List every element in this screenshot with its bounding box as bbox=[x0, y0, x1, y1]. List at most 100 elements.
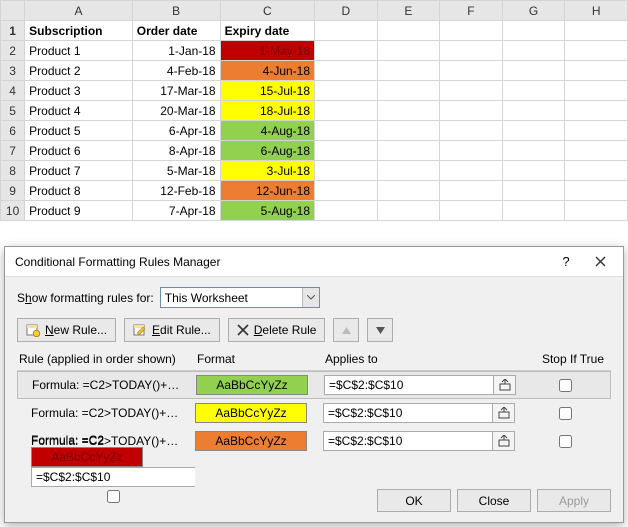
cell[interactable]: 17-Mar-18 bbox=[132, 81, 220, 101]
cell[interactable] bbox=[315, 121, 378, 141]
table-row[interactable]: 8Product 75-Mar-183-Jul-18 bbox=[1, 161, 628, 181]
cell[interactable] bbox=[377, 101, 440, 121]
cell[interactable] bbox=[315, 181, 378, 201]
cell[interactable] bbox=[502, 101, 565, 121]
spreadsheet-grid[interactable]: A B C D E F G H 1SubscriptionOrder dateE… bbox=[0, 0, 628, 221]
cell[interactable] bbox=[315, 161, 378, 181]
cell[interactable] bbox=[440, 81, 503, 101]
table-row[interactable]: 4Product 317-Mar-1815-Jul-18 bbox=[1, 81, 628, 101]
chevron-down-icon[interactable] bbox=[302, 288, 319, 307]
applies-to-field[interactable] bbox=[323, 431, 519, 451]
cell[interactable]: 7-Apr-18 bbox=[132, 201, 220, 221]
close-button[interactable]: Close bbox=[457, 489, 531, 512]
cell[interactable]: 18-Jul-18 bbox=[220, 101, 314, 121]
stop-if-true[interactable] bbox=[519, 404, 611, 423]
cell[interactable]: 5-Aug-18 bbox=[220, 201, 314, 221]
cell[interactable] bbox=[377, 61, 440, 81]
cell[interactable] bbox=[377, 161, 440, 181]
cell[interactable] bbox=[440, 61, 503, 81]
row-header[interactable]: 7 bbox=[1, 141, 25, 161]
scope-input[interactable] bbox=[160, 287, 320, 308]
table-row[interactable]: 10Product 97-Apr-185-Aug-18 bbox=[1, 201, 628, 221]
cell[interactable] bbox=[502, 201, 565, 221]
cell[interactable] bbox=[502, 21, 565, 41]
cell[interactable]: Product 3 bbox=[25, 81, 133, 101]
cell[interactable] bbox=[565, 141, 628, 161]
col-header[interactable]: E bbox=[377, 1, 440, 21]
stop-checkbox[interactable] bbox=[559, 407, 572, 420]
cell[interactable] bbox=[315, 201, 378, 221]
cell[interactable] bbox=[502, 81, 565, 101]
range-selector-icon[interactable] bbox=[493, 431, 515, 451]
cell[interactable] bbox=[315, 81, 378, 101]
stop-checkbox[interactable] bbox=[559, 379, 572, 392]
cell[interactable]: 8-Apr-18 bbox=[132, 141, 220, 161]
col-header[interactable]: B bbox=[132, 1, 220, 21]
range-selector-icon[interactable] bbox=[493, 403, 515, 423]
cell[interactable] bbox=[565, 201, 628, 221]
row-header[interactable]: 3 bbox=[1, 61, 25, 81]
col-header[interactable]: H bbox=[565, 1, 628, 21]
applies-to-field[interactable] bbox=[31, 467, 195, 487]
cell[interactable] bbox=[377, 121, 440, 141]
stop-checkbox[interactable] bbox=[107, 490, 120, 503]
move-down-button[interactable] bbox=[367, 318, 393, 342]
rule-row[interactable]: Formula: =C2>TODAY()+…AaBbCcYyZz bbox=[17, 399, 611, 427]
cell[interactable] bbox=[502, 181, 565, 201]
row-header[interactable]: 8 bbox=[1, 161, 25, 181]
cell[interactable] bbox=[377, 81, 440, 101]
help-button[interactable]: ? bbox=[549, 249, 583, 275]
applies-to-field[interactable] bbox=[324, 375, 520, 395]
table-row[interactable]: 6Product 56-Apr-184-Aug-18 bbox=[1, 121, 628, 141]
row-header[interactable]: 6 bbox=[1, 121, 25, 141]
applies-to-field[interactable] bbox=[323, 403, 519, 423]
cell[interactable] bbox=[315, 141, 378, 161]
col-header[interactable]: G bbox=[502, 1, 565, 21]
cell[interactable]: Product 7 bbox=[25, 161, 133, 181]
apply-button[interactable]: Apply bbox=[537, 489, 611, 512]
table-row[interactable]: 2Product 11-Jan-181-May-18 bbox=[1, 41, 628, 61]
cell[interactable] bbox=[565, 81, 628, 101]
table-row[interactable]: 3Product 24-Feb-184-Jun-18 bbox=[1, 61, 628, 81]
cell[interactable]: Product 6 bbox=[25, 141, 133, 161]
scope-dropdown[interactable] bbox=[160, 287, 320, 308]
cell[interactable]: Product 1 bbox=[25, 41, 133, 61]
cell[interactable]: 6-Apr-18 bbox=[132, 121, 220, 141]
rules-list[interactable]: Formula: =C2>TODAY()+…AaBbCcYyZzFormula:… bbox=[17, 371, 611, 483]
cell[interactable]: 15-Jul-18 bbox=[220, 81, 314, 101]
cell[interactable] bbox=[315, 21, 378, 41]
cell[interactable]: 4-Feb-18 bbox=[132, 61, 220, 81]
stop-if-true[interactable] bbox=[31, 487, 195, 506]
cell[interactable] bbox=[502, 141, 565, 161]
cell[interactable]: 3-Jul-18 bbox=[220, 161, 314, 181]
col-header[interactable]: C bbox=[220, 1, 314, 21]
cell[interactable] bbox=[377, 181, 440, 201]
cell[interactable] bbox=[440, 101, 503, 121]
cell[interactable] bbox=[440, 201, 503, 221]
cell[interactable] bbox=[502, 41, 565, 61]
column-header-row[interactable]: A B C D E F G H bbox=[1, 1, 628, 21]
cell[interactable] bbox=[377, 141, 440, 161]
stop-if-true[interactable] bbox=[519, 432, 611, 451]
cell[interactable] bbox=[377, 201, 440, 221]
close-icon[interactable] bbox=[583, 249, 617, 275]
cell[interactable] bbox=[315, 61, 378, 81]
cell[interactable]: 1-May-18 bbox=[220, 41, 314, 61]
cell[interactable] bbox=[440, 41, 503, 61]
cell[interactable] bbox=[377, 41, 440, 61]
stop-checkbox[interactable] bbox=[559, 435, 572, 448]
cell[interactable] bbox=[502, 61, 565, 81]
col-header[interactable]: F bbox=[440, 1, 503, 21]
ok-button[interactable]: OK bbox=[377, 489, 451, 512]
cell[interactable] bbox=[440, 21, 503, 41]
cell[interactable]: 12-Jun-18 bbox=[220, 181, 314, 201]
cell[interactable] bbox=[565, 181, 628, 201]
cell[interactable] bbox=[502, 121, 565, 141]
cell[interactable] bbox=[565, 41, 628, 61]
table-row[interactable]: 9Product 812-Feb-1812-Jun-18 bbox=[1, 181, 628, 201]
cell[interactable] bbox=[565, 61, 628, 81]
cell[interactable] bbox=[565, 101, 628, 121]
cell[interactable] bbox=[502, 161, 565, 181]
cell[interactable]: 6-Aug-18 bbox=[220, 141, 314, 161]
cell[interactable] bbox=[377, 21, 440, 41]
